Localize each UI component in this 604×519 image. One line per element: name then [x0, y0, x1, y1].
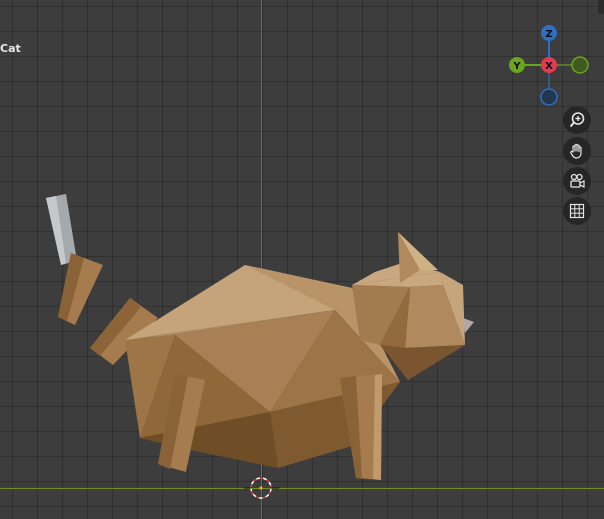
gizmo-z-label: Z — [545, 29, 552, 40]
gizmo-x-handle[interactable]: X — [541, 57, 557, 73]
navigation-gizmo[interactable]: Z Y X — [505, 22, 595, 108]
zoom-button[interactable] — [563, 106, 591, 134]
pan-button[interactable] — [563, 137, 591, 165]
camera-view-button[interactable] — [563, 167, 591, 195]
grid-icon — [569, 203, 585, 219]
sidebar-toggle[interactable] — [598, 0, 604, 14]
gizmo-z-handle[interactable]: Z — [541, 25, 557, 41]
gizmo-neg-z-handle[interactable] — [540, 88, 558, 106]
gizmo-x-label: X — [545, 61, 553, 72]
zoom-in-icon — [569, 112, 585, 128]
camera-icon — [570, 173, 585, 188]
gizmo-y-label: Y — [512, 61, 521, 72]
3d-viewport[interactable]: Cat Z Y X — [0, 0, 604, 519]
hand-icon — [570, 143, 582, 159]
gizmo-neg-y-handle[interactable] — [571, 56, 589, 74]
gizmo-y-handle[interactable]: Y — [509, 57, 525, 73]
toggle-ortho-button[interactable] — [563, 197, 591, 225]
3d-cursor[interactable] — [244, 477, 279, 499]
